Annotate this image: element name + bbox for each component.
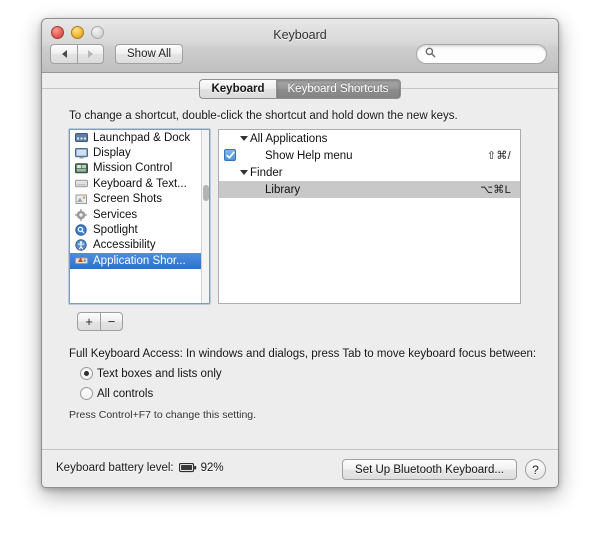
shortcut-row-show-help-menu[interactable]: Show Help menu ⇧⌘/ [219,147,520,164]
search-input[interactable] [439,47,539,61]
radio-label: All controls [97,387,154,400]
application-shortcuts-icon [74,255,88,267]
back-button[interactable] [50,44,77,64]
sidebar-item-label: Accessibility [93,239,156,252]
sidebar-item-label: Keyboard & Text... [93,177,187,190]
window-title: Keyboard [273,28,327,42]
window-titlebar: Keyboard Show All [42,19,558,73]
chevron-left-icon [61,50,67,58]
shortcut-label: Library [265,183,301,196]
sidebar-item-launchpad-dock[interactable]: Launchpad & Dock [70,130,209,145]
sidebar-item-label: Services [93,208,138,221]
sidebar-item-keyboard-text[interactable]: Keyboard & Text... [70,176,209,191]
sidebar-scrollbar-thumb[interactable] [203,185,209,201]
chevron-right-icon [88,50,93,58]
remove-shortcut-button[interactable]: − [100,312,123,331]
shortcut-row-library[interactable]: Library ⌥⌘L [219,181,520,198]
disclosure-triangle-icon[interactable] [240,136,248,141]
radio-label: Text boxes and lists only [97,367,222,380]
radio-dot-icon [84,371,89,376]
shortcut-keys[interactable]: ⌥⌘L [480,183,511,196]
battery-percent: 92% [200,462,224,474]
radio-all-controls[interactable]: All controls [80,387,545,400]
shortcut-group-finder[interactable]: Finder [219,164,520,181]
panes-container: Launchpad & Dock Display Mission Control… [69,129,545,304]
shortcut-group-all-applications[interactable]: All Applications [219,130,520,147]
preferences-body: To change a shortcut, double-click the s… [42,110,558,421]
sidebar-item-label: Launchpad & Dock [93,131,191,144]
sidebar-item-label: Mission Control [93,162,173,175]
shortcut-category-list[interactable]: Launchpad & Dock Display Mission Control… [69,129,210,304]
bottom-bar: Keyboard battery level: 92% Set Up Bluet… [42,449,558,487]
tab-keyboard-shortcuts[interactable]: Keyboard Shortcuts [275,79,401,99]
disclosure-triangle-icon[interactable] [240,170,248,175]
add-shortcut-button[interactable]: + [77,312,100,331]
sidebar-item-screen-shots[interactable]: Screen Shots [70,192,209,207]
radio-text-boxes-and-lists-only[interactable]: Text boxes and lists only [80,367,545,380]
help-button[interactable]: ? [525,459,546,480]
accessibility-icon [74,239,88,252]
sidebar-item-label: Spotlight [93,224,138,237]
instruction-text: To change a shortcut, double-click the s… [69,110,458,122]
sidebar-scrollbar[interactable] [201,130,209,303]
sidebar-item-mission-control[interactable]: Mission Control [70,161,209,176]
tab-bar: Keyboard Keyboard Shortcuts [42,73,558,105]
battery-status: Keyboard battery level: 92% [56,462,224,474]
set-up-bluetooth-keyboard-button[interactable]: Set Up Bluetooth Keyboard... [342,459,517,480]
launchpad-dock-icon [74,132,88,144]
search-field[interactable] [416,44,547,64]
sidebar-item-display[interactable]: Display [70,145,209,160]
sidebar-item-label: Display [93,147,131,160]
shortcuts-list[interactable]: All Applications Show Help menu ⇧⌘/ Find… [218,129,521,304]
sidebar-item-application-shortcuts[interactable]: Application Shor... [70,253,209,269]
display-icon [74,147,88,159]
sidebar-item-spotlight[interactable]: Spotlight [70,222,209,237]
battery-icon [178,463,197,473]
forward-button [77,44,104,64]
add-remove-button-group: + − [77,312,545,331]
shortcut-label: Show Help menu [265,149,353,162]
sidebar-item-label: Screen Shots [93,193,163,206]
shortcut-group-label: All Applications [250,132,328,145]
full-keyboard-access-title: Full Keyboard Access: In windows and dia… [69,348,537,360]
battery-label-text: Keyboard battery level: [56,462,174,474]
screen-shots-icon [74,193,88,205]
sidebar-item-services[interactable]: Services [70,207,209,222]
full-keyboard-access-hint: Press Control+F7 to change this setting. [69,409,257,421]
mission-control-icon [74,162,88,174]
keyboard-preferences-window: Keyboard Show All Keyboard Keyboard Shor… [41,18,559,488]
tab-keyboard[interactable]: Keyboard [199,79,276,99]
keyboard-text-icon [74,178,88,190]
shortcut-keys[interactable]: ⇧⌘/ [487,149,511,162]
show-all-button[interactable]: Show All [115,44,184,64]
sidebar-item-label: Application Shor... [93,254,186,267]
shortcut-checkbox[interactable] [224,149,236,161]
full-keyboard-access-section: Full Keyboard Access: In windows and dia… [69,348,545,421]
search-icon [425,45,436,63]
shortcut-group-label: Finder [250,166,283,179]
spotlight-icon [74,224,88,236]
radio-button-icon[interactable] [80,387,93,400]
sidebar-item-accessibility[interactable]: Accessibility [70,238,209,253]
radio-button-icon[interactable] [80,367,93,380]
services-gear-icon [74,208,88,221]
navigation-button-group [50,44,104,64]
